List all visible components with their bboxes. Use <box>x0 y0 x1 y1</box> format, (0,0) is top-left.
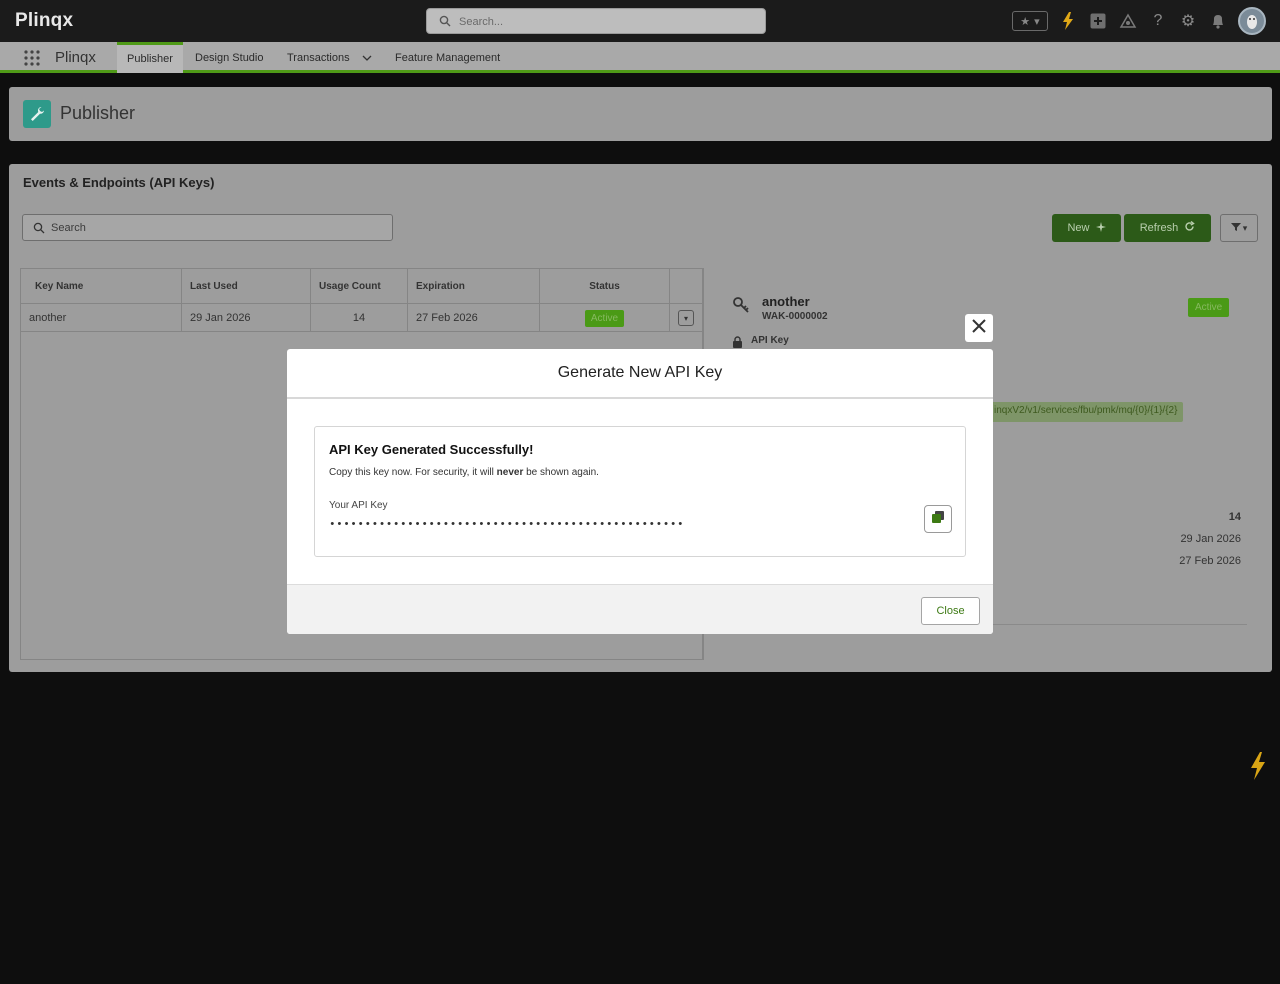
message-emphasis: never <box>496 467 524 478</box>
message-text: Copy this key now. For security, it will <box>329 467 497 478</box>
modal-close-button[interactable] <box>965 314 993 342</box>
modal-title: Generate New API Key <box>287 349 993 399</box>
modal-backdrop: Generate New API Key API Key Generated S… <box>0 0 1280 984</box>
success-panel: API Key Generated Successfully! Copy thi… <box>314 426 966 557</box>
api-key-value[interactable]: ••••••••••••••••••••••••••••••••••••••••… <box>329 519 684 531</box>
message-text: be shown again. <box>523 467 599 478</box>
copy-button[interactable] <box>924 505 952 533</box>
api-key-label: Your API Key <box>329 500 388 511</box>
success-title: API Key Generated Successfully! <box>329 442 534 457</box>
close-icon <box>971 318 987 339</box>
close-button[interactable]: Close <box>921 597 980 625</box>
success-message: Copy this key now. For security, it will… <box>329 467 599 478</box>
modal-footer: Close <box>287 584 993 634</box>
copy-icon <box>931 510 945 529</box>
generate-api-key-modal: Generate New API Key API Key Generated S… <box>287 349 993 634</box>
